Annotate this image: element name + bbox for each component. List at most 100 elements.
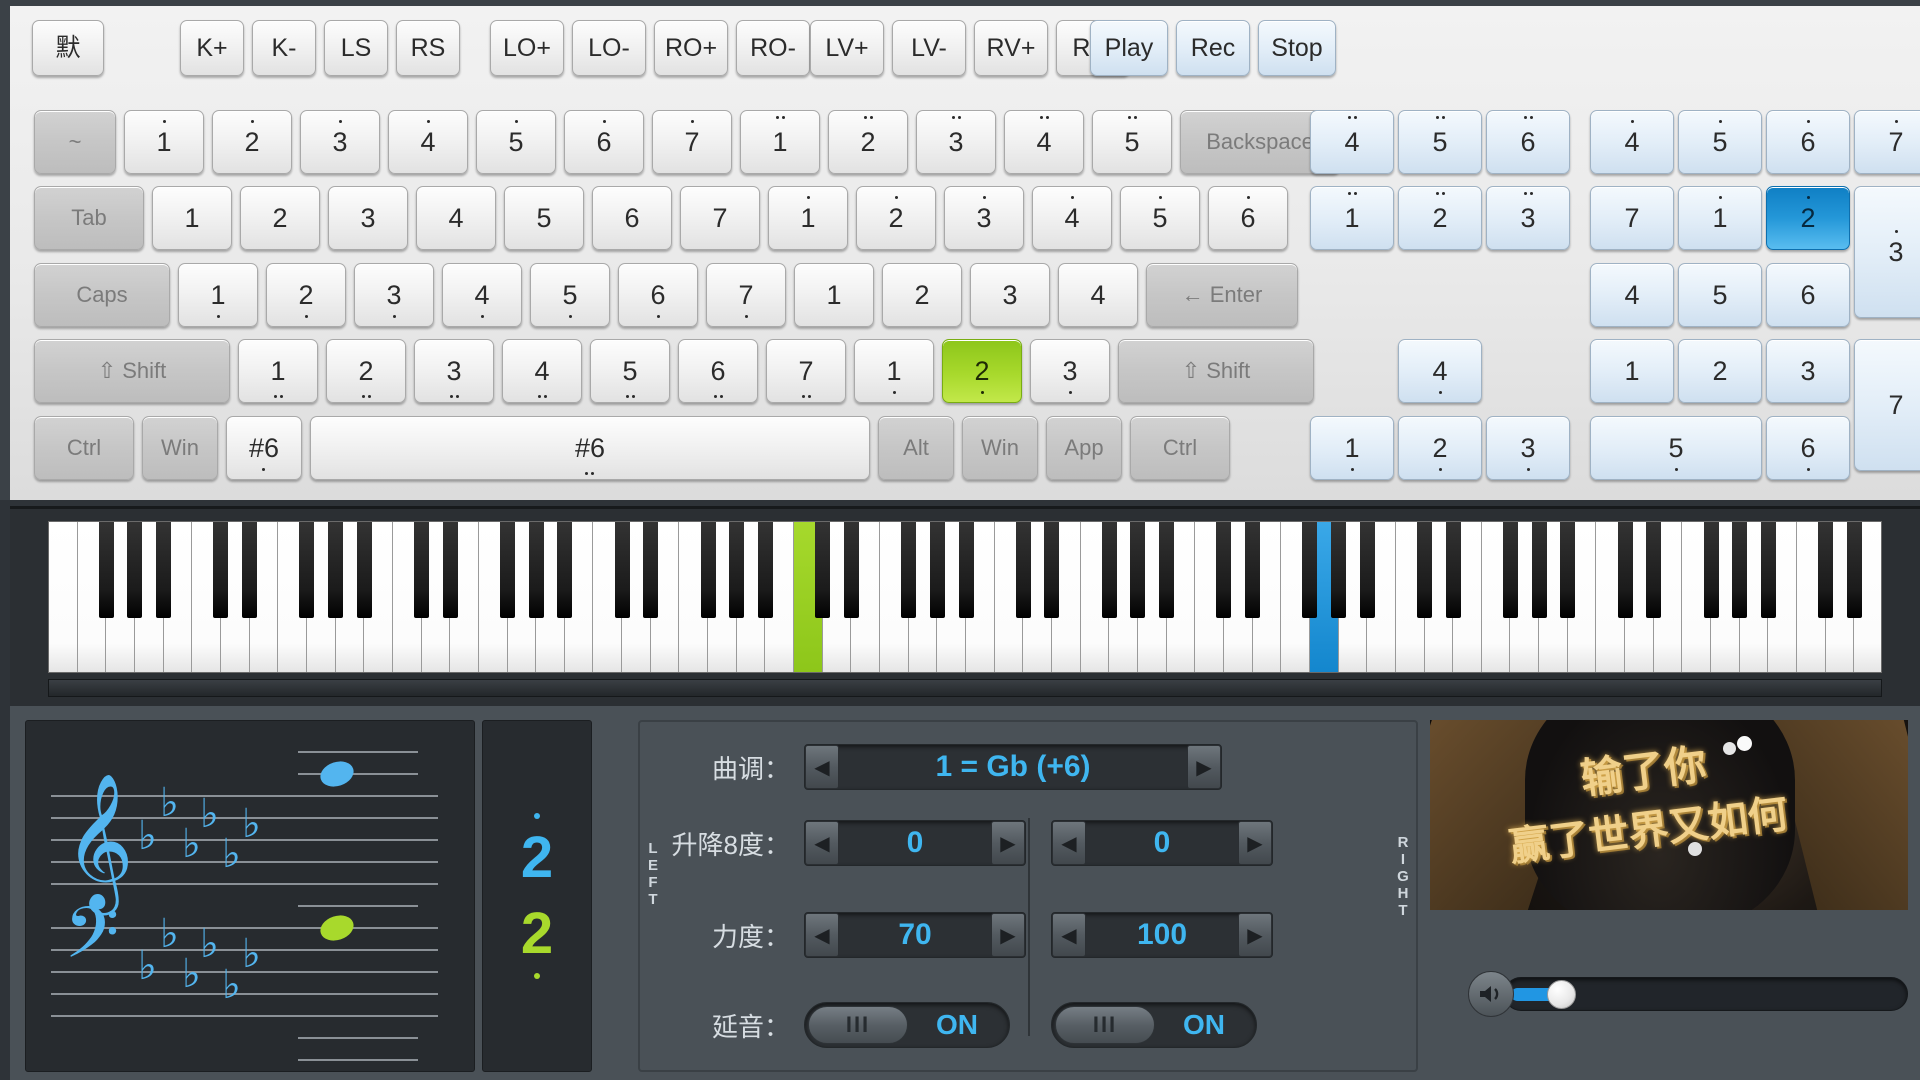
octave-left-next-button[interactable]: ▶ xyxy=(991,821,1025,865)
piano-black-key[interactable] xyxy=(356,522,372,618)
piano-black-key[interactable] xyxy=(1502,522,1518,618)
piano-black-key[interactable] xyxy=(1646,522,1662,618)
piano-black-key[interactable] xyxy=(1302,522,1318,618)
rec-button[interactable]: Rec xyxy=(1176,20,1250,76)
volume-knob[interactable] xyxy=(1547,980,1577,1009)
key-lalt[interactable]: #6 xyxy=(226,416,302,480)
numpad-r-1n[interactable]: 1 xyxy=(1590,339,1674,403)
piano-black-key[interactable] xyxy=(1245,522,1261,618)
key-tab[interactable]: Tab xyxy=(34,186,144,250)
key-j[interactable]: 7 xyxy=(706,263,786,327)
key-space[interactable]: #6 xyxy=(310,416,870,480)
piano-black-key[interactable] xyxy=(929,522,945,618)
piano-black-key[interactable] xyxy=(1818,522,1834,618)
piano-black-key[interactable] xyxy=(901,522,917,618)
key-rbracket[interactable]: 5 xyxy=(1120,186,1200,250)
key-prev-button[interactable]: ◀ xyxy=(805,745,839,789)
piano-black-key[interactable] xyxy=(729,522,745,618)
numpad-r-4[interactable]: 4 xyxy=(1590,110,1674,174)
key-l[interactable]: 2 xyxy=(882,263,962,327)
key-3[interactable]: 3 xyxy=(300,110,380,174)
piano-black-key[interactable] xyxy=(1216,522,1232,618)
velocity-left-spinner[interactable]: ◀ 70 ▶ xyxy=(804,912,1026,958)
velocity-left-next-button[interactable]: ▶ xyxy=(991,913,1025,957)
numpad-r-6n[interactable]: 6 xyxy=(1766,263,1850,327)
octave-right-prev-button[interactable]: ◀ xyxy=(1052,821,1086,865)
numpad-key-2l[interactable]: 2 xyxy=(1398,416,1482,480)
piano-black-key[interactable] xyxy=(213,522,229,618)
piano-black-key[interactable] xyxy=(1130,522,1146,618)
key-backslash[interactable]: 6 xyxy=(1208,186,1288,250)
numpad-r-enter[interactable]: 7 xyxy=(1854,339,1920,471)
right-octave-down-button[interactable]: RO- xyxy=(736,20,810,76)
key-d[interactable]: 3 xyxy=(354,263,434,327)
numpad-r-1h[interactable]: 1 xyxy=(1678,186,1762,250)
numpad-key-4h[interactable]: 4 xyxy=(1310,110,1394,174)
piano-black-key[interactable] xyxy=(557,522,573,618)
piano-black-key[interactable] xyxy=(843,522,859,618)
piano-black-key[interactable] xyxy=(500,522,515,618)
key-a[interactable]: 1 xyxy=(178,263,258,327)
key-y[interactable]: 6 xyxy=(592,186,672,250)
volume-slider[interactable] xyxy=(1504,977,1908,1011)
key-up-button[interactable]: K+ xyxy=(180,20,244,76)
key-t[interactable]: 5 xyxy=(504,186,584,250)
octave-left-spinner[interactable]: ◀ 0 ▶ xyxy=(804,820,1026,866)
left-sustain-button[interactable]: LS xyxy=(324,20,388,76)
key-e[interactable]: 3 xyxy=(328,186,408,250)
numpad-r-6[interactable]: 6 xyxy=(1766,110,1850,174)
piano-black-key[interactable] xyxy=(958,522,974,618)
left-octave-up-button[interactable]: LO+ xyxy=(490,20,564,76)
numpad-r-4n[interactable]: 4 xyxy=(1590,263,1674,327)
numpad-r-5l[interactable]: 5 xyxy=(1590,416,1762,480)
key-4[interactable]: 4 xyxy=(388,110,468,174)
piano-black-key[interactable] xyxy=(127,522,143,618)
key-rctrl[interactable]: Ctrl xyxy=(1130,416,1230,480)
numpad-key-5h[interactable]: 5 xyxy=(1398,110,1482,174)
piano-black-key[interactable] xyxy=(98,522,114,618)
key-c[interactable]: 3 xyxy=(414,339,494,403)
piano-black-key[interactable] xyxy=(1560,522,1576,618)
preset-default-button[interactable]: 默 xyxy=(32,20,104,76)
key-m[interactable]: 7 xyxy=(766,339,846,403)
piano-black-key[interactable] xyxy=(815,522,831,618)
key-8[interactable]: 1 xyxy=(740,110,820,174)
piano-black-key[interactable] xyxy=(1101,522,1117,618)
piano-black-key[interactable] xyxy=(299,522,315,618)
key-ralt[interactable]: Alt xyxy=(878,416,954,480)
key-next-button[interactable]: ▶ xyxy=(1187,745,1221,789)
numpad-key-3h[interactable]: 3 xyxy=(1486,186,1570,250)
piano-black-key[interactable] xyxy=(328,522,344,618)
key-u[interactable]: 7 xyxy=(680,186,760,250)
piano-black-key[interactable] xyxy=(1445,522,1461,618)
numpad-key-1h[interactable]: 1 xyxy=(1310,186,1394,250)
key-7[interactable]: 7 xyxy=(652,110,732,174)
speaker-icon[interactable] xyxy=(1468,971,1514,1017)
key-v[interactable]: 4 xyxy=(502,339,582,403)
key-9[interactable]: 2 xyxy=(828,110,908,174)
numpad-r-2h[interactable]: 2 xyxy=(1766,186,1850,250)
key-5[interactable]: 5 xyxy=(476,110,556,174)
velocity-left-prev-button[interactable]: ◀ xyxy=(805,913,839,957)
play-button[interactable]: Play xyxy=(1090,20,1168,76)
key-comma[interactable]: 1 xyxy=(854,339,934,403)
piano-black-key[interactable] xyxy=(1760,522,1776,618)
piano-black-key[interactable] xyxy=(1846,522,1862,618)
key-minus[interactable]: 4 xyxy=(1004,110,1084,174)
key-tilde[interactable]: ~ xyxy=(34,110,116,174)
left-velocity-up-button[interactable]: LV+ xyxy=(810,20,884,76)
key-1[interactable]: 1 xyxy=(124,110,204,174)
key-q[interactable]: 1 xyxy=(152,186,232,250)
volume-control[interactable] xyxy=(1468,971,1908,1017)
key-quote[interactable]: 4 xyxy=(1058,263,1138,327)
right-velocity-up-button[interactable]: RV+ xyxy=(974,20,1048,76)
numpad-key-3l[interactable]: 3 xyxy=(1486,416,1570,480)
sustain-left-toggle[interactable]: III ON xyxy=(804,1002,1010,1048)
piano-black-key[interactable] xyxy=(643,522,659,618)
key-o[interactable]: 2 xyxy=(856,186,936,250)
piano-black-key[interactable] xyxy=(700,522,716,618)
key-h[interactable]: 6 xyxy=(618,263,698,327)
numpad-r-6l[interactable]: 6 xyxy=(1766,416,1850,480)
numpad-r-2n[interactable]: 2 xyxy=(1678,339,1762,403)
key-rshift[interactable]: ⇧ Shift xyxy=(1118,339,1314,403)
